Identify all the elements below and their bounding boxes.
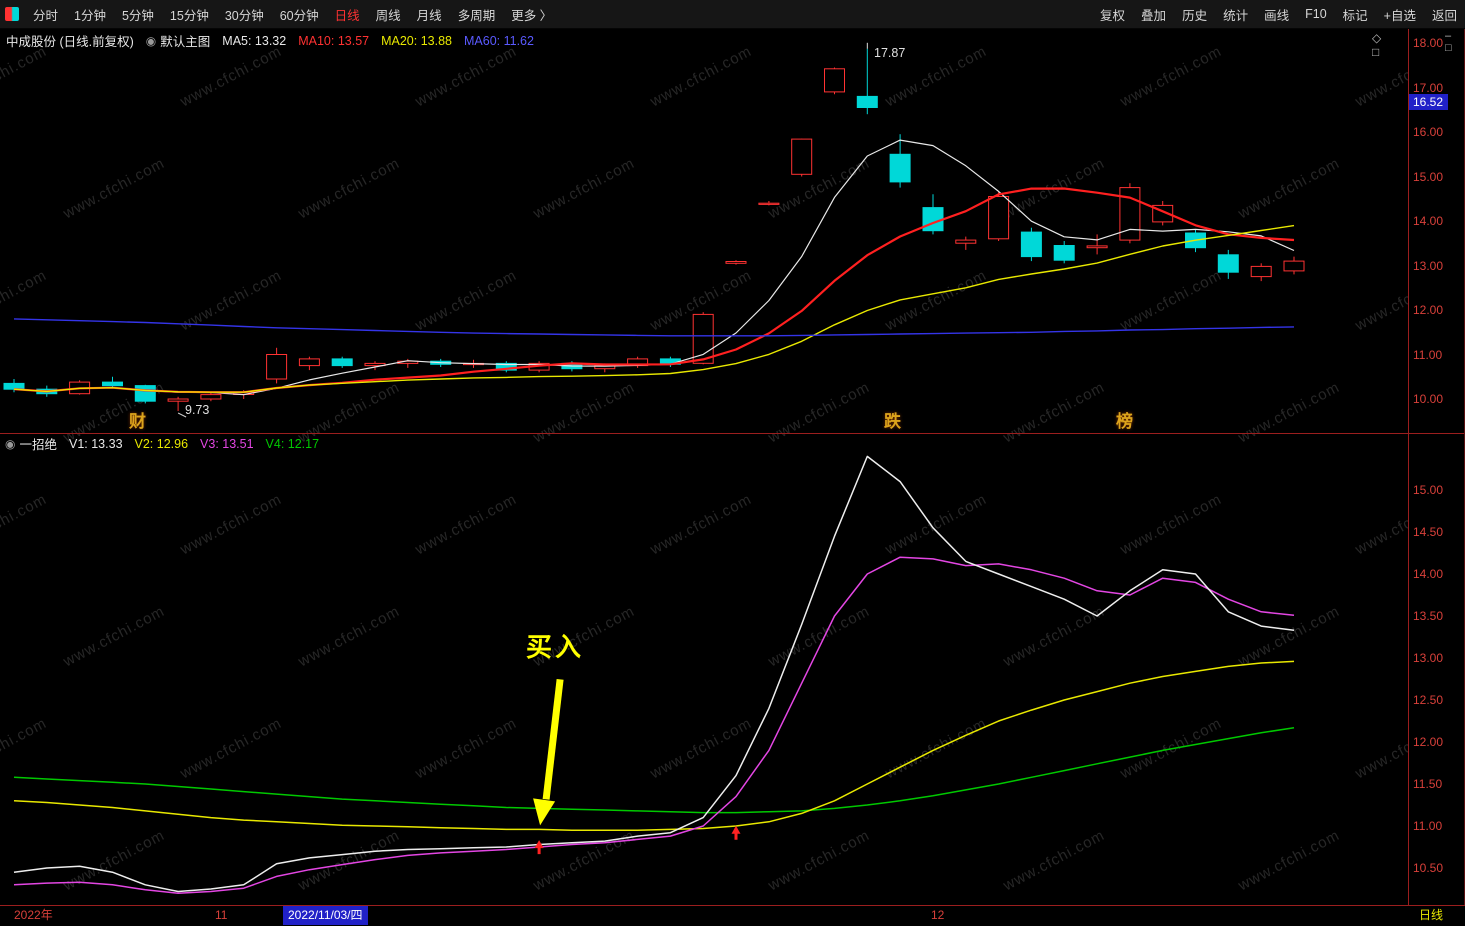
panel-square-icon[interactable]: □ bbox=[1372, 45, 1385, 59]
ma-legend-item-1: MA10: 13.57 bbox=[298, 34, 369, 48]
ma-legend-item-2: MA20: 13.88 bbox=[381, 34, 452, 48]
indicator-tick: 12.50 bbox=[1413, 693, 1443, 707]
target-circle-icon: ◉ bbox=[146, 34, 156, 48]
indicator-name[interactable]: 一招绝 bbox=[19, 434, 57, 453]
gold-char-2: 跌 bbox=[884, 407, 901, 432]
stock-app-window: 分时1分钟5分钟15分钟30分钟60分钟日线周线月线多周期更多 〉 复权叠加历史… bbox=[0, 0, 1465, 926]
panel-square-icon[interactable]: □ bbox=[1445, 42, 1455, 54]
price-tick: 14.00 bbox=[1413, 214, 1443, 228]
timeline-month-12: 12 bbox=[931, 906, 944, 925]
buy-point-arrow bbox=[732, 826, 741, 840]
indicator-tick: 14.50 bbox=[1413, 525, 1443, 539]
app-logo-icon bbox=[5, 7, 19, 21]
tool-button-4[interactable]: 画线 bbox=[1256, 5, 1297, 24]
indicator-tick: 11.00 bbox=[1413, 819, 1442, 833]
tool-button-0[interactable]: 复权 bbox=[1092, 5, 1133, 24]
indicator-tick: 14.00 bbox=[1413, 567, 1443, 581]
tool-button-8[interactable]: 返回 bbox=[1424, 5, 1465, 24]
indicator-tick: 13.50 bbox=[1413, 609, 1443, 623]
price-tick: 11.00 bbox=[1413, 348, 1442, 362]
timeline-year: 2022年 bbox=[14, 906, 53, 925]
indicator-legend-item-3: V4: 12.17 bbox=[266, 437, 320, 451]
tool-button-7[interactable]: +自选 bbox=[1376, 5, 1424, 24]
top-menu-bar: 分时1分钟5分钟15分钟30分钟60分钟日线周线月线多周期更多 〉 复权叠加历史… bbox=[0, 0, 1465, 29]
period-tab-8[interactable]: 月线 bbox=[409, 5, 450, 24]
buy-arrow-shaft bbox=[546, 679, 560, 799]
indicator-tick: 11.50 bbox=[1413, 777, 1442, 791]
ma-legend: MA5: 13.32 MA10: 13.57 MA20: 13.88 MA60: 11… bbox=[222, 34, 546, 48]
buy-signal-label: 买入 bbox=[526, 627, 584, 664]
period-menu: 分时1分钟5分钟15分钟30分钟60分钟日线周线月线多周期更多 〉 bbox=[0, 5, 560, 24]
price-axis: – □ 18.00 17.00 16.00 15.00 14.00 13.00 12.00 1… bbox=[1409, 28, 1465, 905]
diamond-marker-icon[interactable]: ◇ bbox=[1372, 31, 1387, 45]
minimize-icon[interactable]: – bbox=[1445, 30, 1454, 42]
tools-menu: 复权叠加历史统计画线F10标记+自选返回 bbox=[1092, 5, 1465, 24]
indicator-values: V1: 13.33 V2: 12.96 V3: 13.51 V4: 12.17 bbox=[69, 437, 331, 451]
indicator-tick: 10.50 bbox=[1413, 861, 1443, 875]
period-tab-1[interactable]: 1分钟 bbox=[66, 5, 114, 24]
selected-date-label[interactable]: 2022/11/03/四 bbox=[283, 906, 368, 925]
panel-divider[interactable] bbox=[0, 433, 1465, 434]
period-tab-10[interactable]: 更多 〉 bbox=[503, 5, 560, 24]
period-label[interactable]: 日线 bbox=[1419, 906, 1443, 925]
indicator-legend-item-2: V3: 13.51 bbox=[200, 437, 254, 451]
period-tab-5[interactable]: 60分钟 bbox=[272, 5, 327, 24]
tool-button-5[interactable]: F10 bbox=[1297, 7, 1335, 21]
gold-char-1: 财 bbox=[129, 407, 146, 432]
gold-char-3: 榜 bbox=[1116, 407, 1133, 432]
ma-legend-item-3: MA60: 11.62 bbox=[464, 34, 534, 48]
indicator-tick: 12.00 bbox=[1413, 735, 1443, 749]
timeline-month-11: 11 bbox=[215, 906, 227, 925]
axis-divider bbox=[1408, 28, 1409, 905]
price-tick: 16.00 bbox=[1413, 125, 1443, 139]
period-tab-7[interactable]: 周线 bbox=[368, 5, 409, 24]
price-tick: 17.00 bbox=[1413, 81, 1443, 95]
tool-button-2[interactable]: 历史 bbox=[1174, 5, 1215, 24]
main-price-chart[interactable] bbox=[0, 28, 1408, 433]
high-price-annotation: 17.87 bbox=[874, 46, 905, 60]
price-badge: 16.52 bbox=[1409, 94, 1448, 110]
buy-point-arrow bbox=[535, 840, 544, 854]
price-tick: 12.00 bbox=[1413, 303, 1443, 317]
tool-button-6[interactable]: 标记 bbox=[1335, 5, 1376, 24]
tool-button-1[interactable]: 叠加 bbox=[1133, 5, 1174, 24]
price-tick: 13.00 bbox=[1413, 259, 1443, 273]
low-price-annotation: 9.73 bbox=[185, 403, 209, 417]
price-tick: 18.00 bbox=[1413, 36, 1443, 50]
period-tab-2[interactable]: 5分钟 bbox=[114, 5, 162, 24]
tool-button-3[interactable]: 统计 bbox=[1215, 5, 1256, 24]
time-axis-bar: 2022年 11 2022/11/03/四 12 日线 bbox=[0, 906, 1465, 926]
period-tab-3[interactable]: 15分钟 bbox=[162, 5, 217, 24]
period-tab-6[interactable]: 日线 bbox=[327, 5, 368, 24]
buy-arrow-head bbox=[533, 798, 555, 825]
indicator-legend-item-0: V1: 13.33 bbox=[69, 437, 123, 451]
indicator-tick: 13.00 bbox=[1413, 651, 1443, 665]
indicator-tick: 15.00 bbox=[1413, 483, 1443, 497]
overlay-label[interactable]: 默认主图 bbox=[160, 31, 210, 50]
chart-region: www.cfchi.comwww.cfchi.comwww.cfchi.comw… bbox=[0, 28, 1408, 905]
ma-legend-item-0: MA5: 13.32 bbox=[222, 34, 286, 48]
window-corner-icons: – □ bbox=[1445, 30, 1465, 54]
chart-corner-icons: ◇ □ bbox=[1372, 31, 1408, 59]
price-tick: 10.00 bbox=[1413, 392, 1443, 406]
indicator-legend-item-1: V2: 12.96 bbox=[135, 437, 189, 451]
indicator-legend-row: ◉ 一招绝 V1: 13.33 V2: 12.96 V3: 13.51 V4: 12.… bbox=[5, 434, 331, 453]
target-circle-icon: ◉ bbox=[5, 437, 15, 451]
chart-title-row: 中成股份 (日线.前复权) ◉ 默认主图 MA5: 13.32 MA10: 13.… bbox=[6, 31, 546, 50]
stock-title: 中成股份 (日线.前复权) bbox=[6, 31, 134, 50]
period-tab-0[interactable]: 分时 bbox=[25, 5, 66, 24]
period-tab-4[interactable]: 30分钟 bbox=[217, 5, 272, 24]
indicator-chart[interactable] bbox=[0, 450, 1408, 905]
price-tick: 15.00 bbox=[1413, 170, 1443, 184]
period-tab-9[interactable]: 多周期 bbox=[450, 5, 504, 24]
